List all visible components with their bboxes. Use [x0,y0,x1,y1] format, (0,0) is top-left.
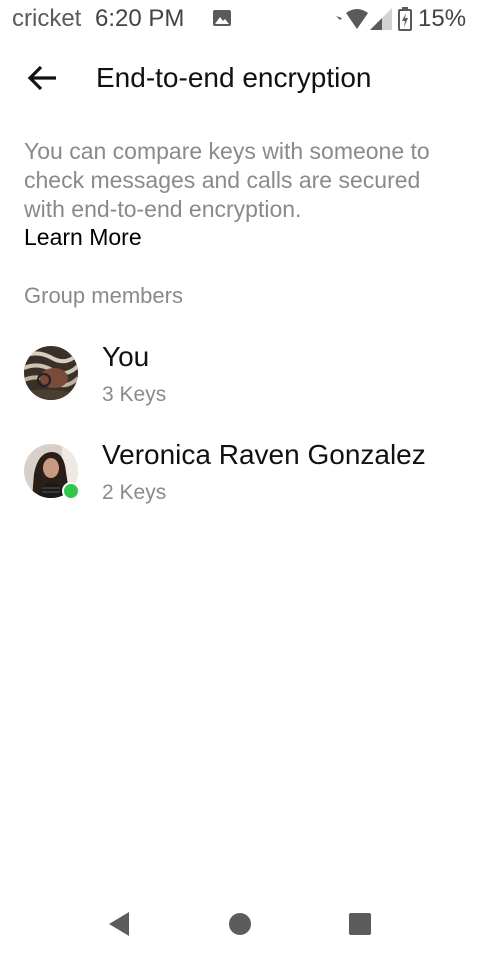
image-icon [213,10,231,26]
app-bar: End-to-end encryption [0,48,480,108]
online-status-dot [62,482,80,500]
member-keys: 3 Keys [102,383,167,406]
description-text: You can compare keys with someone to che… [24,138,430,222]
member-name: You [102,341,150,372]
back-triangle-icon[interactable] [107,911,131,937]
battery-percent: 15% [418,5,467,32]
status-time: 6:20 PM [95,5,185,32]
arrow-left-icon [27,65,56,91]
battery-icon [398,7,412,31]
system-nav-bar [0,895,480,955]
back-button[interactable] [22,60,62,96]
wifi-icon [336,9,368,29]
member-name: Veronica Raven Gonzalez [102,439,426,470]
screen: cricket 6:20 PM 15% End-to-end encryptio… [0,0,480,960]
home-circle-icon[interactable] [229,913,251,935]
recents-square-icon[interactable] [349,913,371,935]
member-keys: 2 Keys [102,481,167,504]
member-row-you[interactable]: You 3 Keys [0,341,480,426]
avatar [24,346,78,400]
learn-more-link[interactable]: Learn More [24,224,142,251]
member-row-veronica[interactable]: Veronica Raven Gonzalez 2 Keys [0,439,480,524]
group-members-header: Group members [24,283,183,308]
page-title: End-to-end encryption [96,62,372,93]
status-bar: cricket 6:20 PM 15% [0,0,480,40]
carrier-name: cricket [12,5,82,32]
signal-icon [370,8,392,30]
